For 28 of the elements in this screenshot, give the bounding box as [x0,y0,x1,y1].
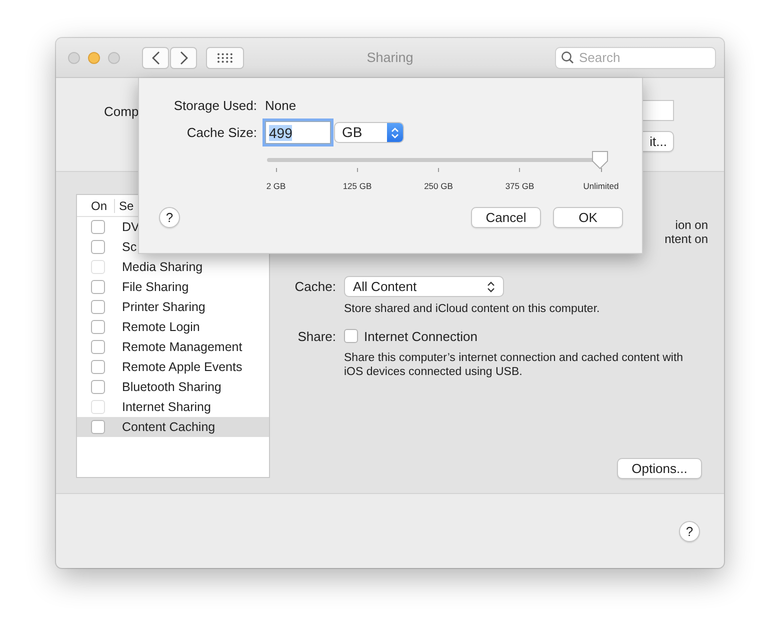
service-name: Bluetooth Sharing [122,380,222,394]
service-name: Content Caching [122,420,216,434]
description-text: ion on [675,218,708,232]
service-name: Printer Sharing [122,300,206,314]
cache-note: Store shared and iCloud content on this computer. [344,302,600,316]
service-name: Media Sharing [122,260,203,274]
window-title: Sharing [366,50,414,65]
cache-label: Cache: [294,278,336,294]
tick-label: 125 GB [342,181,372,191]
service-name: Remote Apple Events [122,360,242,374]
share-note: Share this computer’s internet connection and cached content with iOS devices connected using USB. [344,351,684,379]
share-label: Share: [296,328,336,344]
service-name: Sc [122,240,137,254]
tick-label: 250 GB [424,181,453,191]
service-name: Remote Management [122,340,242,354]
tick-label: Unlimited [583,181,619,191]
computer-name-label: Comp [104,104,139,119]
tick-label: 375 GB [505,181,534,191]
description-text: ntent on [664,232,708,246]
service-name: File Sharing [122,280,189,294]
storage-used-label: Storage Used: [172,98,257,113]
service-name: Remote Login [122,320,200,334]
storage-used-value: None [265,98,296,113]
tick-label: 2 GB [266,181,286,191]
checkbox-label: Internet Connection [364,328,478,344]
service-name: Internet Sharing [122,400,211,414]
cache-size-label: Cache Size: [186,125,257,140]
service-name: DV [122,220,140,234]
